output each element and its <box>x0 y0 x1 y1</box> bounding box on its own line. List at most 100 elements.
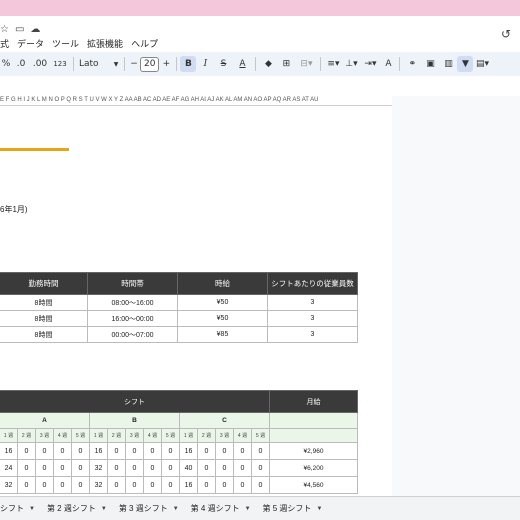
table-cell[interactable]: 8時間 <box>0 326 88 343</box>
font-size-decrease-button[interactable]: − <box>128 59 140 69</box>
table-cell[interactable]: 0 <box>197 476 216 494</box>
shift-header[interactable]: シフト <box>0 390 270 413</box>
vertical-align-icon[interactable]: ⊥▾ <box>342 59 360 69</box>
table-cell[interactable]: 8時間 <box>0 294 88 311</box>
week-label[interactable]: 1 週 <box>0 428 18 443</box>
caret-down-icon[interactable]: ▼ <box>316 506 322 512</box>
week-label[interactable]: 2 週 <box>107 428 126 443</box>
table-cell[interactable]: 0 <box>143 476 162 494</box>
week-label[interactable]: 5 週 <box>161 428 180 443</box>
monthly-pay-cell[interactable]: ¥4,560 <box>269 476 358 494</box>
table-cell[interactable]: 0 <box>143 459 162 477</box>
week-label[interactable]: 1 週 <box>89 428 108 443</box>
sheet-tab-shift[interactable]: シフト ▼ <box>0 503 35 514</box>
table-cell[interactable]: 0 <box>251 476 270 494</box>
folder-move-icon[interactable]: ▭ <box>15 24 24 35</box>
font-family-select[interactable]: Lato <box>77 59 111 69</box>
text-wrap-icon[interactable]: ⇥▾ <box>360 59 380 69</box>
table-cell[interactable]: 8時間 <box>0 310 88 327</box>
table-cell[interactable]: 32 <box>89 459 108 477</box>
table-cell[interactable]: 3 <box>267 326 358 343</box>
filter-views-icon[interactable]: ▤▾ <box>473 59 491 69</box>
table-cell[interactable]: 0 <box>71 476 90 494</box>
week-label[interactable]: 4 週 <box>233 428 252 443</box>
monthly-pay-cell[interactable]: ¥6,200 <box>269 459 358 477</box>
table-cell[interactable]: 0 <box>107 476 126 494</box>
table-cell[interactable]: ¥50 <box>177 294 268 311</box>
monthly-pay-cell[interactable]: ¥2,960 <box>269 442 358 460</box>
week-label[interactable]: 5 週 <box>71 428 90 443</box>
week-label[interactable]: 4 週 <box>53 428 72 443</box>
table-cell[interactable]: 0 <box>251 442 270 460</box>
sheet-tab-week5[interactable]: 第 5 週シフト ▼ <box>263 503 323 514</box>
week-label[interactable]: 2 週 <box>17 428 36 443</box>
caret-down-icon[interactable]: ▼ <box>173 506 179 512</box>
table-cell[interactable]: 0 <box>233 442 252 460</box>
caret-down-icon[interactable]: ▼ <box>245 506 251 512</box>
table-cell[interactable] <box>269 428 358 443</box>
font-dropdown-icon[interactable]: ▼ <box>111 61 121 68</box>
table-cell[interactable]: ¥85 <box>177 326 268 343</box>
table-cell[interactable]: 0 <box>161 442 180 460</box>
table-cell[interactable]: 00:00～07:00 <box>87 326 178 343</box>
group-header-b[interactable]: B <box>89 412 180 429</box>
sheet-tab-week3[interactable]: 第 3 週シフト ▼ <box>119 503 179 514</box>
text-color-button[interactable]: A <box>232 59 252 69</box>
star-icon[interactable]: ☆ <box>0 24 9 35</box>
borders-icon[interactable]: ⊞ <box>277 59 295 69</box>
table-cell[interactable]: 08:00～16:00 <box>87 294 178 311</box>
table-cell[interactable]: 0 <box>251 459 270 477</box>
table-cell[interactable]: 0 <box>53 476 72 494</box>
font-size-input[interactable]: 20 <box>140 56 160 72</box>
menu-data[interactable]: データ <box>17 37 44 50</box>
week-label[interactable]: 2 週 <box>197 428 216 443</box>
group-header-a[interactable]: A <box>0 412 90 429</box>
insert-chart-icon[interactable]: ▥ <box>439 59 457 69</box>
table-cell[interactable]: 16:00～00:00 <box>87 310 178 327</box>
table-cell[interactable]: 32 <box>89 476 108 494</box>
table-cell[interactable]: 0 <box>233 476 252 494</box>
table-cell[interactable]: 0 <box>143 442 162 460</box>
cloud-status-icon[interactable]: ☁ <box>30 24 40 35</box>
sheet-tab-week2[interactable]: 第 2 週シフト ▼ <box>47 503 107 514</box>
table-cell[interactable]: 40 <box>179 459 198 477</box>
table-cell[interactable]: 0 <box>233 459 252 477</box>
table-cell[interactable]: 3 <box>267 310 358 327</box>
merge-cells-icon[interactable]: ⊟▾ <box>295 59 317 69</box>
decrease-decimal-button[interactable]: .0 <box>12 59 30 69</box>
menu-format[interactable]: 式 <box>0 37 9 50</box>
filter-icon[interactable]: ▼ <box>457 56 474 72</box>
bold-button[interactable]: B <box>180 56 197 72</box>
table-cell[interactable]: 0 <box>215 442 234 460</box>
percent-format-button[interactable]: % <box>0 59 12 69</box>
table-cell[interactable]: 16 <box>0 442 18 460</box>
table-cell[interactable]: 0 <box>107 459 126 477</box>
table-cell[interactable]: 0 <box>107 442 126 460</box>
group-header-c[interactable]: C <box>179 412 270 429</box>
week-label[interactable]: 5 週 <box>251 428 270 443</box>
week-label[interactable]: 1 週 <box>179 428 198 443</box>
table-cell[interactable]: ¥50 <box>177 310 268 327</box>
column-header[interactable]: 勤務時間 <box>0 272 88 295</box>
table-cell[interactable]: 0 <box>17 476 36 494</box>
italic-button[interactable]: I <box>196 59 214 69</box>
table-cell[interactable]: 16 <box>89 442 108 460</box>
table-cell[interactable]: 0 <box>71 459 90 477</box>
table-cell[interactable]: 0 <box>53 459 72 477</box>
monthly-pay-header[interactable]: 月給 <box>269 390 358 413</box>
menu-help[interactable]: ヘルプ <box>131 37 158 50</box>
strikethrough-button[interactable]: S <box>214 59 232 69</box>
table-cell[interactable]: 16 <box>179 442 198 460</box>
fill-color-icon[interactable]: ◆ <box>259 59 277 69</box>
week-label[interactable]: 3 週 <box>125 428 144 443</box>
menu-tools[interactable]: ツール <box>52 37 79 50</box>
table-cell[interactable]: 0 <box>35 442 54 460</box>
font-size-increase-button[interactable]: + <box>159 59 173 69</box>
table-cell[interactable]: 0 <box>17 459 36 477</box>
caret-down-icon[interactable]: ▼ <box>101 506 107 512</box>
table-cell[interactable] <box>269 412 358 429</box>
menu-extensions[interactable]: 拡張機能 <box>87 37 123 50</box>
table-cell[interactable]: 0 <box>35 476 54 494</box>
table-cell[interactable]: 0 <box>71 442 90 460</box>
week-label[interactable]: 4 週 <box>143 428 162 443</box>
